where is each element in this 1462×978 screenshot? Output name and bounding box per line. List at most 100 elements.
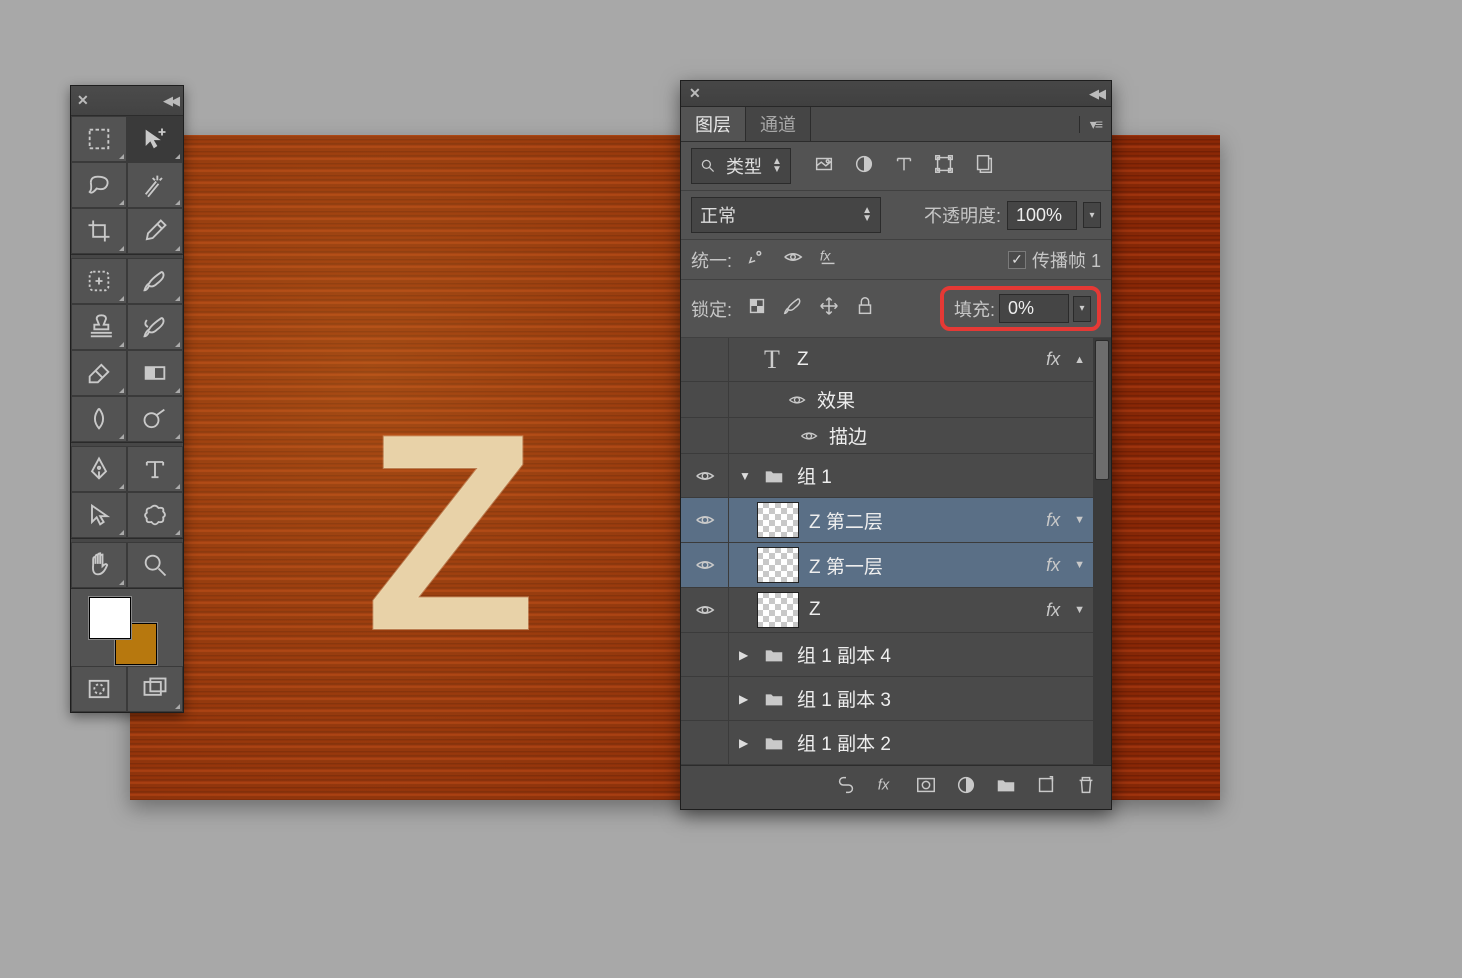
lock-paint-icon[interactable] [782,295,804,322]
new-layer-icon[interactable] [1035,774,1057,801]
propagate-checkbox[interactable]: ✓ [1008,251,1026,269]
marquee-tool[interactable] [71,116,127,162]
history-brush-tool[interactable] [127,304,183,350]
visibility-toggle[interactable] [681,588,729,632]
wand-tool[interactable] [127,162,183,208]
unify-position-icon[interactable] [746,246,768,273]
scrollbar-thumb[interactable] [1095,340,1109,480]
unify-label: 统一: [691,247,732,273]
lock-all-icon[interactable] [854,295,876,322]
visibility-toggle[interactable] [681,543,729,587]
healing-tool[interactable] [71,258,127,304]
fx-badge[interactable]: fx [1046,600,1060,621]
path-select-tool[interactable] [71,492,127,538]
fx-expand-icon[interactable]: ▼ [1074,514,1085,526]
filter-pixel-icon[interactable] [813,153,835,180]
layer-mask-icon[interactable] [915,774,937,801]
disclosure-icon[interactable]: ▶ [739,648,751,662]
fx-badge[interactable]: fx [1046,510,1060,531]
eye-icon[interactable] [799,426,819,446]
visibility-toggle[interactable] [681,418,729,453]
gradient-tool[interactable] [127,350,183,396]
eye-icon[interactable] [787,390,807,410]
crop-tool[interactable] [71,208,127,254]
color-swatches[interactable] [71,588,183,666]
stamp-tool[interactable] [71,304,127,350]
disclosure-icon[interactable]: ▼ [739,469,751,483]
fill-value[interactable]: 0% [999,294,1069,323]
lock-position-icon[interactable] [818,295,840,322]
filter-adjust-icon[interactable] [853,153,875,180]
move-tool[interactable] [127,116,183,162]
eyedropper-tool[interactable] [127,208,183,254]
pen-tool[interactable] [71,446,127,492]
blend-mode-dropdown[interactable]: 正常 ▲▼ [691,197,881,233]
layer-stroke[interactable]: 描边 [681,418,1111,454]
opacity-dropdown-button[interactable]: ▾ [1083,202,1101,228]
lasso-tool[interactable] [71,162,127,208]
fx-expand-icon[interactable]: ▼ [1074,604,1085,616]
zoom-tool[interactable] [127,542,183,588]
disclosure-icon[interactable]: ▶ [739,736,751,750]
dodge-tool[interactable] [127,396,183,442]
filter-shape-icon[interactable] [933,153,955,180]
layer-thumbnail[interactable] [757,592,799,628]
layer-name: Z 第一层 [809,552,1036,579]
layer-text-z[interactable]: T Z fx ▲ [681,338,1111,382]
collapse-icon[interactable]: ◀◀ [163,93,177,109]
visibility-toggle[interactable] [681,721,729,764]
toolbox-header[interactable]: ✕ ◀◀ [71,86,183,116]
new-group-icon[interactable] [995,774,1017,801]
unify-visibility-icon[interactable] [782,246,804,273]
visibility-toggle[interactable] [681,677,729,720]
visibility-toggle[interactable] [681,498,729,542]
layer-style-icon[interactable]: fx [875,774,897,801]
lock-transparency-icon[interactable] [746,295,768,322]
layer-z-second[interactable]: Z 第二层 fx ▼ [681,498,1111,543]
tab-channels[interactable]: 通道 [746,107,811,141]
collapse-icon[interactable]: ◀◀ [1089,86,1103,102]
unify-style-icon[interactable]: fx [818,246,840,273]
fill-dropdown-button[interactable]: ▾ [1073,296,1091,322]
close-icon[interactable]: ✕ [689,85,701,102]
close-icon[interactable]: ✕ [77,92,89,109]
layer-group-1[interactable]: ▼ 组 1 [681,454,1111,498]
layer-group-copy3[interactable]: ▶ 组 1 副本 3 [681,677,1111,721]
brush-tool[interactable] [127,258,183,304]
layer-group-copy4[interactable]: ▶ 组 1 副本 4 [681,633,1111,677]
panel-menu-icon[interactable]: ▾≡ [1079,116,1111,133]
blur-tool[interactable] [71,396,127,442]
fx-badge[interactable]: fx [1046,349,1060,370]
filter-text-icon[interactable] [893,153,915,180]
fx-expand-icon[interactable]: ▲ [1074,354,1085,366]
text-tool[interactable] [127,446,183,492]
layer-thumbnail[interactable] [757,547,799,583]
opacity-value[interactable]: 100% [1007,201,1077,230]
filter-type-dropdown[interactable]: 类型 ▲▼ [691,148,791,184]
hand-tool[interactable] [71,542,127,588]
visibility-toggle[interactable] [681,338,729,381]
layer-z[interactable]: Z fx ▼ [681,588,1111,633]
fx-expand-icon[interactable]: ▼ [1074,559,1085,571]
layers-panel-header[interactable]: ✕ ◀◀ [681,81,1111,107]
tab-layers[interactable]: 图层 [681,107,746,141]
visibility-toggle[interactable] [681,633,729,676]
eraser-tool[interactable] [71,350,127,396]
visibility-toggle[interactable] [681,382,729,417]
layer-thumbnail[interactable] [757,502,799,538]
shape-tool[interactable] [127,492,183,538]
quickmask-tool[interactable] [71,666,127,712]
layer-z-first[interactable]: Z 第一层 fx ▼ [681,543,1111,588]
screenmode-tool[interactable] [127,666,183,712]
link-layers-icon[interactable] [835,774,857,801]
disclosure-icon[interactable]: ▶ [739,692,751,706]
scrollbar[interactable] [1093,338,1111,765]
foreground-color[interactable] [89,597,131,639]
delete-layer-icon[interactable] [1075,774,1097,801]
layer-group-copy2[interactable]: ▶ 组 1 副本 2 [681,721,1111,765]
layer-effects[interactable]: 效果 [681,382,1111,418]
visibility-toggle[interactable] [681,454,729,497]
filter-smart-icon[interactable] [973,153,995,180]
adjustment-layer-icon[interactable] [955,774,977,801]
fx-badge[interactable]: fx [1046,555,1060,576]
